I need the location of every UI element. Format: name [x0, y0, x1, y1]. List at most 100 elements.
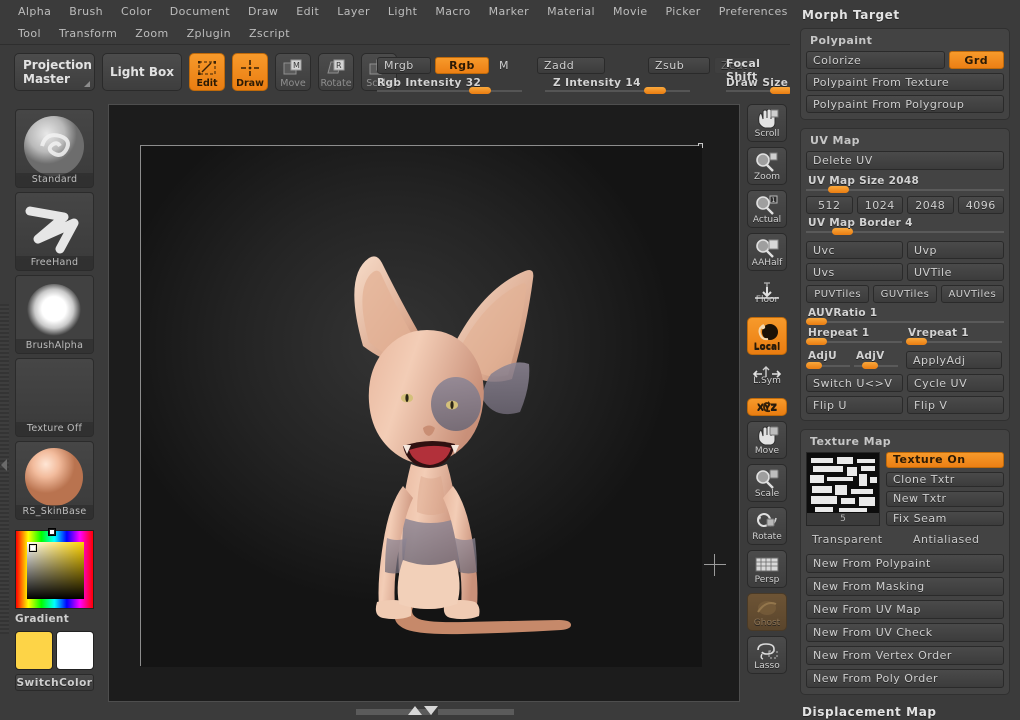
- menu-item-draw[interactable]: Draw: [239, 3, 287, 20]
- light-box-button[interactable]: Light Box: [102, 53, 182, 91]
- uv-size-4096-button[interactable]: 4096: [957, 196, 1004, 214]
- polypaint-from-polygroup-button[interactable]: Polypaint From Polygroup: [806, 95, 1004, 113]
- flip-u-button[interactable]: Flip U: [806, 396, 903, 414]
- texture-thumbnail[interactable]: 5: [806, 452, 880, 526]
- puvtiles-button[interactable]: PUVTiles: [806, 285, 870, 303]
- draw-size-slider[interactable]: Draw Size: [726, 77, 792, 94]
- clone-txtr-button[interactable]: Clone Txtr: [886, 471, 1004, 487]
- edit-button[interactable]: Edit: [189, 53, 225, 91]
- new-from-button-2[interactable]: New From UV Map: [806, 600, 1004, 619]
- switch-uv-button[interactable]: Switch U<>V: [806, 374, 903, 392]
- sculpt-model-viewport[interactable]: [141, 146, 702, 667]
- adjv-slider[interactable]: AdjV: [854, 350, 898, 369]
- rgb-button[interactable]: Rgb: [435, 57, 489, 74]
- switch-color-button[interactable]: SwitchColor: [15, 674, 94, 691]
- texture-swatch-off[interactable]: Texture Off: [15, 358, 94, 437]
- menu-item-zplugin[interactable]: Zplugin: [178, 25, 240, 42]
- scroll-down-icon[interactable]: [424, 706, 438, 715]
- menu-item-movie[interactable]: Movie: [604, 3, 657, 20]
- vrepeat-slider[interactable]: Vrepeat 1: [906, 327, 1002, 345]
- uv-size-1024-button[interactable]: 1024: [856, 196, 903, 214]
- right-tool-zoom[interactable]: Zoom: [747, 147, 787, 185]
- new-from-button-3[interactable]: New From UV Check: [806, 623, 1004, 642]
- uv-size-2048-button[interactable]: 2048: [907, 196, 954, 214]
- new-from-button-0[interactable]: New From Polypaint: [806, 554, 1004, 573]
- menu-item-document[interactable]: Document: [161, 3, 239, 20]
- menu-item-light[interactable]: Light: [379, 3, 426, 20]
- auvtiles-button[interactable]: AUVTiles: [940, 285, 1004, 303]
- hue-marker[interactable]: [48, 528, 56, 536]
- right-tool-ghost[interactable]: Ghost: [747, 593, 787, 631]
- document-canvas[interactable]: [140, 143, 726, 667]
- menu-item-edit[interactable]: Edit: [287, 3, 328, 20]
- m-button[interactable]: M: [493, 57, 519, 74]
- applyadj-button[interactable]: ApplyAdj: [906, 351, 1002, 369]
- new-txtr-button[interactable]: New Txtr: [886, 491, 1004, 507]
- menu-item-zoom[interactable]: Zoom: [126, 25, 177, 42]
- stroke-swatch-freehand[interactable]: FreeHand: [15, 192, 94, 271]
- right-tool-local[interactable]: Local: [747, 317, 787, 355]
- uvc-button[interactable]: Uvc: [806, 241, 903, 259]
- new-from-button-4[interactable]: New From Vertex Order: [806, 646, 1004, 665]
- hrepeat-knob[interactable]: [806, 338, 827, 345]
- secondary-color-chip[interactable]: [56, 631, 94, 670]
- menu-item-picker[interactable]: Picker: [657, 3, 710, 20]
- color-picker[interactable]: [15, 528, 94, 609]
- menu-item-brush[interactable]: Brush: [60, 3, 112, 20]
- menu-item-marker[interactable]: Marker: [480, 3, 538, 20]
- grd-button[interactable]: Grd: [948, 51, 1004, 69]
- adju-slider[interactable]: AdjU: [806, 350, 850, 369]
- right-tool-lasso[interactable]: Lasso: [747, 636, 787, 674]
- uv-size-knob[interactable]: [828, 186, 849, 193]
- alpha-swatch-brushalpha[interactable]: BrushAlpha: [15, 275, 94, 354]
- uvtile-button[interactable]: UVTile: [907, 263, 1004, 281]
- guvtiles-button[interactable]: GUVTiles: [873, 285, 937, 303]
- texture-on-button[interactable]: Texture On: [886, 452, 1004, 468]
- mrgb-button[interactable]: Mrgb: [377, 57, 431, 74]
- z-intensity-slider[interactable]: Z Intensity 14: [545, 77, 690, 94]
- cycle-uv-button[interactable]: Cycle UV: [907, 374, 1004, 392]
- rotate-button[interactable]: R Rotate: [318, 53, 354, 91]
- right-tool-persp[interactable]: Persp: [747, 550, 787, 588]
- menu-item-material[interactable]: Material: [538, 3, 604, 20]
- uv-size-512-button[interactable]: 512: [806, 196, 853, 214]
- scroll-up-icon[interactable]: [408, 706, 422, 715]
- brush-swatch-standard[interactable]: Standard: [15, 109, 94, 188]
- uv-map-border-slider[interactable]: UV Map Border 4: [806, 217, 1004, 235]
- flip-v-button[interactable]: Flip V: [907, 396, 1004, 414]
- zsub-button[interactable]: Zsub: [648, 57, 710, 74]
- uv-map-size-slider[interactable]: UV Map Size 2048: [806, 175, 1004, 193]
- menu-item-zscript[interactable]: Zscript: [240, 25, 299, 42]
- right-tool-aahalf[interactable]: AAHalf: [747, 233, 787, 271]
- new-from-button-1[interactable]: New From Masking: [806, 577, 1004, 596]
- zadd-button[interactable]: Zadd: [537, 57, 605, 74]
- adjv-knob[interactable]: [862, 362, 878, 369]
- auvratio-knob[interactable]: [806, 318, 827, 325]
- uvs-button[interactable]: Uvs: [806, 263, 903, 281]
- z-intensity-knob[interactable]: [644, 87, 666, 94]
- left-tray-grip[interactable]: [0, 304, 9, 634]
- right-tool-actual[interactable]: 1 Actual: [747, 190, 787, 228]
- adju-knob[interactable]: [806, 362, 822, 369]
- menu-item-transform[interactable]: Transform: [50, 25, 126, 42]
- menu-item-alpha[interactable]: Alpha: [9, 3, 60, 20]
- uv-border-knob[interactable]: [832, 228, 853, 235]
- projection-master-button[interactable]: Projection Master: [14, 53, 95, 91]
- right-tool-floor[interactable]: Floor: [747, 277, 787, 307]
- right-tool-xyz[interactable]: XYZ: [747, 398, 787, 416]
- hrepeat-slider[interactable]: Hrepeat 1: [806, 327, 902, 345]
- color-marker[interactable]: [29, 544, 37, 552]
- scrollbar-track-right[interactable]: [438, 709, 514, 715]
- right-tool-l-sym[interactable]: L.Sym: [747, 360, 787, 388]
- transparent-button[interactable]: Transparent: [806, 530, 903, 548]
- menu-item-macro[interactable]: Macro: [426, 3, 479, 20]
- fix-seam-button[interactable]: Fix Seam: [886, 510, 1004, 526]
- right-tool-scroll[interactable]: Scroll: [747, 104, 787, 142]
- auvratio-slider[interactable]: AUVRatio 1: [806, 307, 1004, 325]
- antialiased-button[interactable]: Antialiased: [907, 530, 1004, 548]
- right-tool-rotate[interactable]: Rotate: [747, 507, 787, 545]
- move-button[interactable]: M Move: [275, 53, 311, 91]
- menu-item-color[interactable]: Color: [112, 3, 161, 20]
- new-from-button-5[interactable]: New From Poly Order: [806, 669, 1004, 688]
- uvp-button[interactable]: Uvp: [907, 241, 1004, 259]
